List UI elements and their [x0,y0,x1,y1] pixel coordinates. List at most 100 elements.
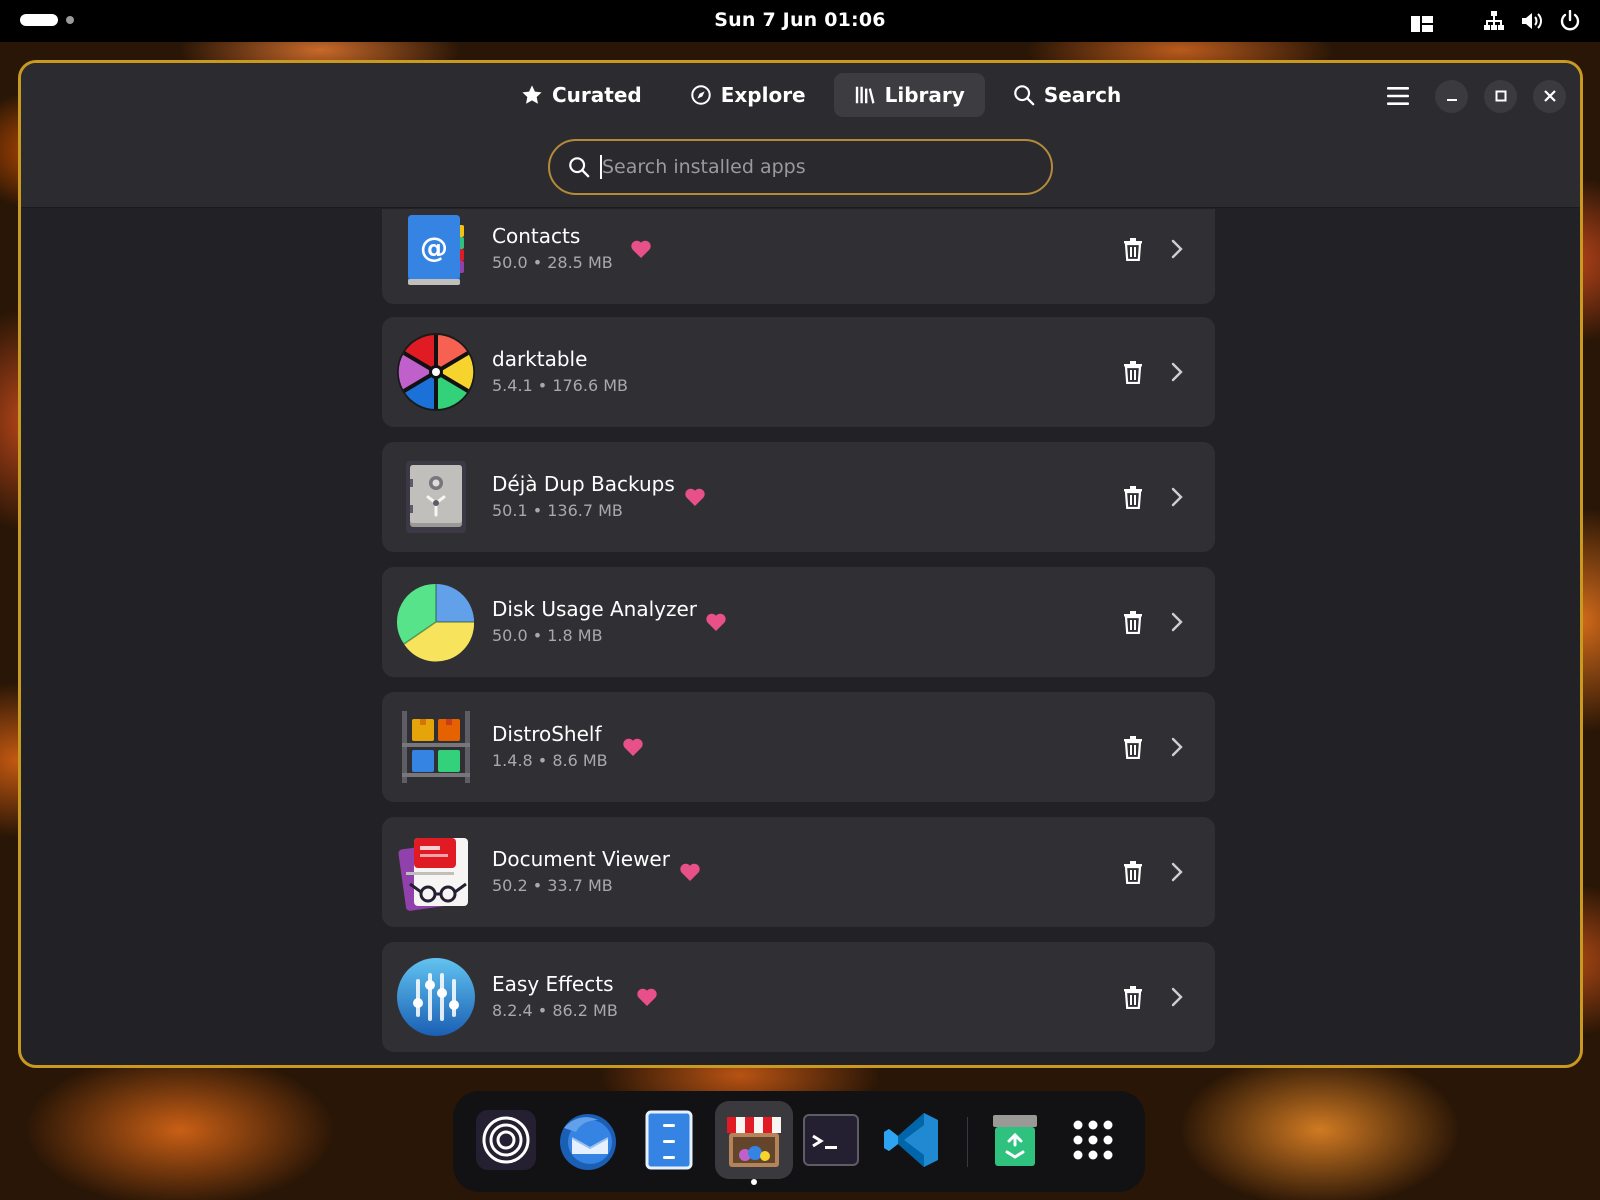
library-icon [855,86,875,104]
uninstall-button[interactable] [1120,984,1146,1010]
svg-text:@: @ [420,231,448,264]
list-item[interactable]: Déjà Dup Backups 50.1 • 136.7 MB [382,442,1215,552]
tab-curated[interactable]: Curated [501,73,662,117]
uninstall-button[interactable] [1120,484,1146,510]
deja-dup-icon [396,457,476,537]
dock-item[interactable] [637,1108,701,1172]
dock-item[interactable] [799,1108,863,1172]
trash-icon [1124,861,1142,884]
close-button[interactable] [1533,79,1566,113]
chevron-right-icon [1171,737,1183,757]
open-details-button[interactable] [1164,984,1190,1010]
app-meta: 50.1 • 136.7 MB [492,501,623,520]
favorite-heart-icon[interactable] [636,987,658,1007]
view-switcher: Curated Explore Library Search [501,73,1141,117]
dock-item-software[interactable] [715,1101,793,1185]
volume-icon[interactable] [1520,9,1544,33]
show-apps-button[interactable] [1061,1108,1125,1172]
favorite-heart-icon[interactable] [679,862,701,882]
favorite-heart-icon[interactable] [684,487,706,507]
vscode-icon [884,1113,938,1167]
dock-item[interactable] [879,1108,943,1172]
chevron-right-icon [1171,239,1183,259]
darktable-icon [396,332,476,412]
search-icon [569,157,590,178]
favorite-heart-icon[interactable] [622,737,644,757]
uninstall-button[interactable] [1120,236,1146,262]
app-meta: 8.2.4 • 86.2 MB [492,1001,618,1020]
favorite-heart-icon[interactable] [630,239,652,259]
maximize-button[interactable] [1484,79,1517,113]
uninstall-button[interactable] [1120,359,1146,385]
file-cabinet-icon [645,1110,693,1170]
dock-item[interactable] [983,1108,1047,1172]
favorite-heart-icon[interactable] [705,612,727,632]
list-item[interactable]: Disk Usage Analyzer 50.0 • 1.8 MB [382,567,1215,677]
tab-library[interactable]: Library [833,73,985,117]
trash-bin-icon [993,1115,1037,1166]
uninstall-button[interactable] [1120,609,1146,635]
open-details-button[interactable] [1164,359,1190,385]
tab-explore[interactable]: Explore [670,73,826,117]
spiral-app-icon [476,1110,536,1170]
list-item[interactable]: Document Viewer 50.2 • 33.7 MB [382,817,1215,927]
compass-icon [691,85,711,105]
app-meta: 50.0 • 28.5 MB [492,253,613,272]
main-menu-button[interactable] [1381,79,1415,113]
app-name: DistroShelf [492,722,602,746]
open-details-button[interactable] [1164,859,1190,885]
list-item[interactable]: Easy Effects 8.2.4 • 86.2 MB [382,942,1215,1052]
list-item[interactable]: darktable 5.4.1 • 176.6 MB [382,317,1215,427]
list-item[interactable]: DistroShelf 1.4.8 • 8.6 MB [382,692,1215,802]
running-indicator [751,1179,757,1185]
document-viewer-icon [396,832,476,912]
app-name: Déjà Dup Backups [492,472,675,496]
open-details-button[interactable] [1164,609,1190,635]
maximize-icon [1495,90,1506,102]
star-icon [522,85,542,104]
search-input[interactable] [602,156,1051,178]
search-bar[interactable] [548,139,1053,195]
installed-apps-list: @ Contacts 50.0 • 28.5 MB darktable 5.4.… [21,209,1580,1065]
chevron-right-icon [1171,362,1183,382]
easy-effects-icon [396,957,476,1037]
app-grid-icon [1073,1120,1113,1160]
clock[interactable]: Sun 7 Jun 01:06 [0,9,1600,31]
app-name: darktable [492,347,588,371]
list-item[interactable]: @ Contacts 50.0 • 28.5 MB [382,209,1215,304]
dock-separator [967,1117,968,1167]
app-meta: 5.4.1 • 176.6 MB [492,376,628,395]
dock [453,1091,1145,1192]
contacts-icon: @ [396,209,476,289]
app-store-icon [727,1117,781,1167]
uninstall-button[interactable] [1120,859,1146,885]
trash-icon [1124,486,1142,509]
app-name: Disk Usage Analyzer [492,597,698,621]
minimize-icon [1446,99,1457,101]
app-name: Document Viewer [492,847,670,871]
window-layout-icon[interactable] [1410,12,1434,36]
trash-icon [1124,361,1142,384]
chevron-right-icon [1171,862,1183,882]
search-icon [1014,85,1035,106]
chevron-right-icon [1171,612,1183,632]
open-details-button[interactable] [1164,236,1190,262]
close-icon [1543,90,1556,102]
uninstall-button[interactable] [1120,734,1146,760]
app-meta: 50.0 • 1.8 MB [492,626,603,645]
tab-search[interactable]: Search [993,73,1141,117]
network-wired-icon[interactable] [1482,9,1506,33]
open-details-button[interactable] [1164,734,1190,760]
header-bar: Curated Explore Library Search [21,63,1580,208]
open-details-button[interactable] [1164,484,1190,510]
tab-label: Search [1043,83,1122,107]
dock-item[interactable] [474,1108,538,1172]
disk-usage-icon [396,582,476,662]
thunderbird-icon [560,1114,616,1170]
app-meta: 50.2 • 33.7 MB [492,876,613,895]
power-icon[interactable] [1558,9,1582,33]
hamburger-icon [1387,87,1409,105]
chevron-right-icon [1171,487,1183,507]
dock-item[interactable] [556,1108,620,1172]
minimize-button[interactable] [1435,79,1468,113]
